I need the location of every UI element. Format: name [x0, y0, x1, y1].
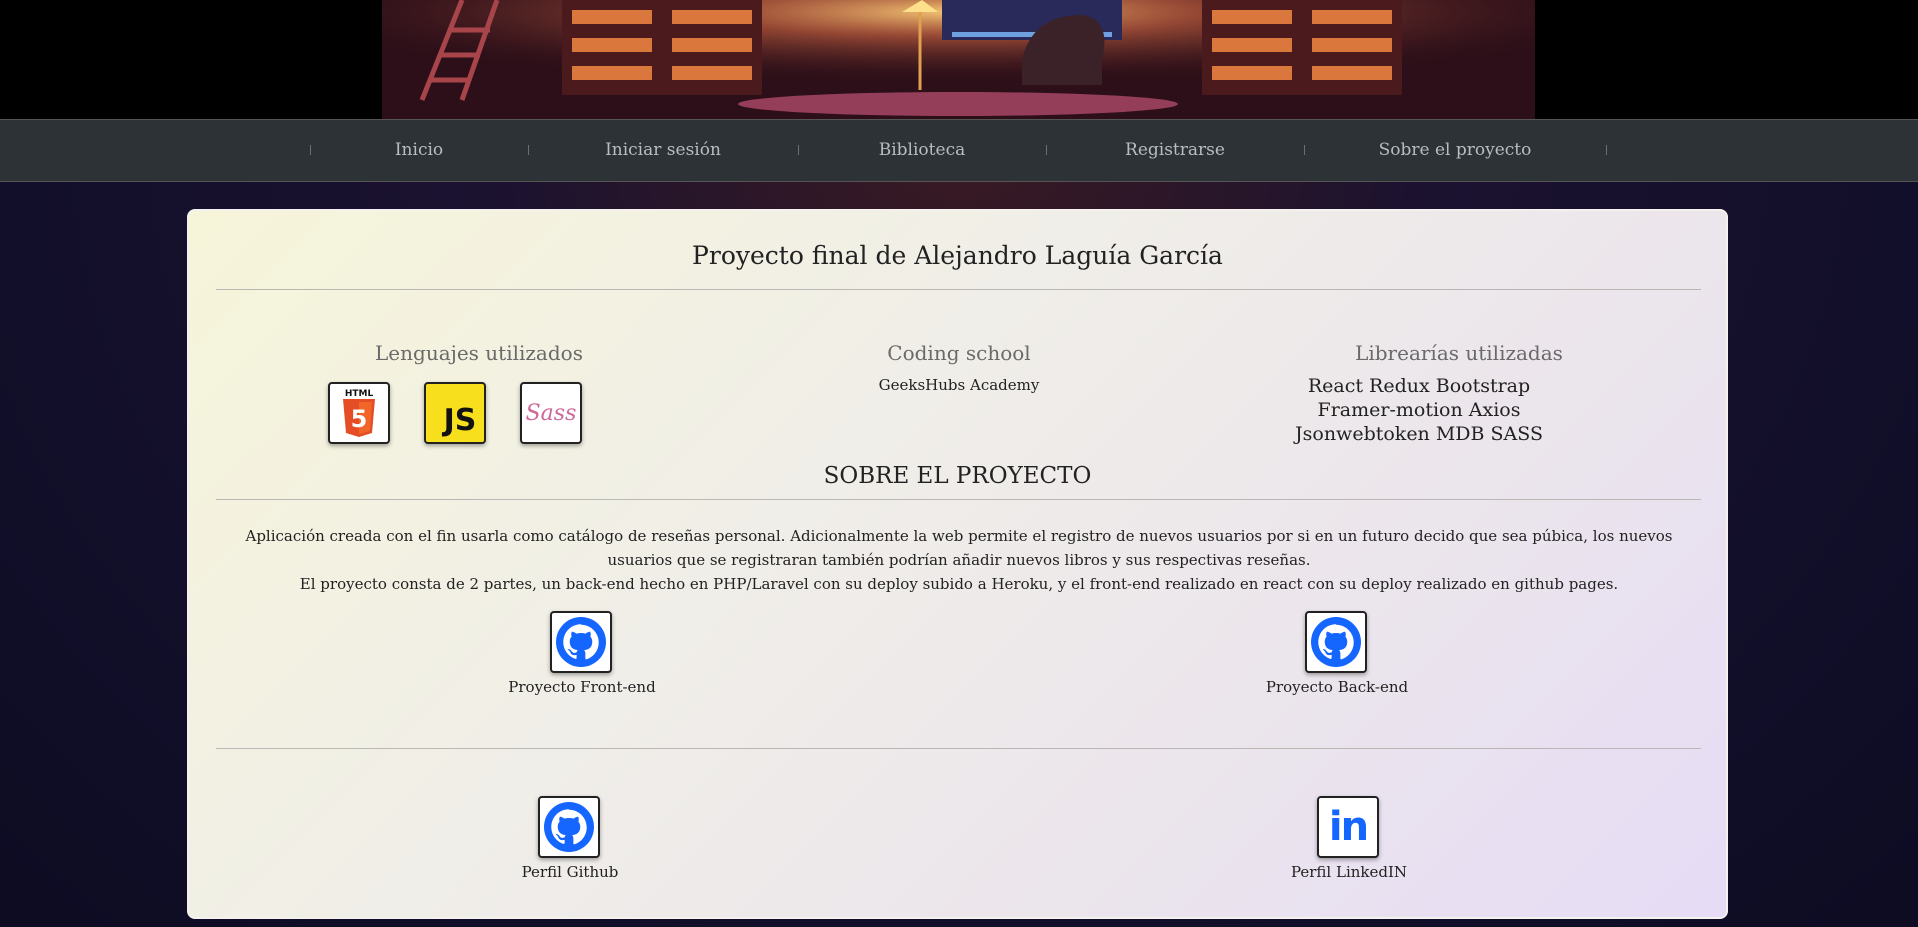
divider	[216, 748, 1701, 749]
libraries-list: React Redux Bootstrap Framer-motion Axio…	[1239, 374, 1599, 446]
github-profile-label[interactable]: Perfil Github	[470, 863, 670, 881]
libraries-heading: Librearías utilizadas	[1355, 341, 1563, 365]
backend-repo-label[interactable]: Proyecto Back-end	[1237, 678, 1437, 696]
nav-divider	[310, 145, 311, 155]
nav-divider	[798, 145, 799, 155]
divider	[216, 289, 1701, 290]
frontend-repo-label[interactable]: Proyecto Front-end	[482, 678, 682, 696]
libraries-line-2: Framer-motion Axios	[1317, 399, 1521, 421]
about-card: Proyecto final de Alejandro Laguía Garcí…	[187, 209, 1728, 919]
nav-divider	[1046, 145, 1047, 155]
html5-icon-label: HTML	[345, 389, 374, 399]
github-icon	[544, 802, 594, 852]
github-profile-link[interactable]	[538, 796, 600, 858]
about-paragraph-1: Aplicación creada con el fin usarla como…	[245, 527, 1673, 569]
header-banner	[0, 0, 1918, 119]
main-navbar: Inicio Iniciar sesión Biblioteca Registr…	[0, 119, 1918, 182]
linkedin-icon: in	[1328, 804, 1369, 850]
about-description: Aplicación creada con el fin usarla como…	[229, 524, 1689, 596]
frontend-repo-link[interactable]	[550, 611, 612, 673]
linkedin-profile-link[interactable]: in	[1317, 796, 1379, 858]
nav-link-iniciar-sesion[interactable]: Iniciar sesión	[528, 120, 798, 181]
page-title: Proyecto final de Alejandro Laguía Garcí…	[692, 241, 1223, 270]
javascript-icon: JS	[424, 382, 486, 444]
libraries-line-1: React Redux Bootstrap	[1307, 375, 1531, 397]
library-banner-image	[382, 0, 1535, 119]
languages-heading: Lenguajes utilizados	[375, 341, 583, 365]
html5-icon: HTML 5	[328, 382, 390, 444]
backend-repo-link[interactable]	[1305, 611, 1367, 673]
divider	[216, 499, 1701, 500]
svg-text:5: 5	[351, 405, 368, 433]
libraries-line-3: Jsonwebtoken MDB SASS	[1295, 423, 1543, 445]
about-section-title: SOBRE EL PROYECTO	[823, 463, 1092, 489]
nav-link-inicio[interactable]: Inicio	[310, 120, 528, 181]
javascript-icon-label: JS	[443, 402, 477, 438]
about-paragraph-2: El proyecto consta de 2 partes, un back-…	[299, 575, 1619, 593]
sass-icon-label: Sass	[525, 400, 577, 426]
nav-divider	[1304, 145, 1305, 155]
nav-link-registrarse[interactable]: Registrarse	[1046, 120, 1304, 181]
school-name: GeeksHubs Academy	[878, 376, 1040, 394]
nav-link-biblioteca[interactable]: Biblioteca	[798, 120, 1046, 181]
nav-divider	[528, 145, 529, 155]
nav-link-sobre-el-proyecto[interactable]: Sobre el proyecto	[1304, 120, 1606, 181]
school-heading: Coding school	[887, 341, 1031, 365]
github-icon	[1311, 617, 1361, 667]
github-icon	[556, 617, 606, 667]
linkedin-profile-label[interactable]: Perfil LinkedIN	[1249, 863, 1449, 881]
nav-divider	[1606, 145, 1607, 155]
sass-icon: Sass	[520, 382, 582, 444]
